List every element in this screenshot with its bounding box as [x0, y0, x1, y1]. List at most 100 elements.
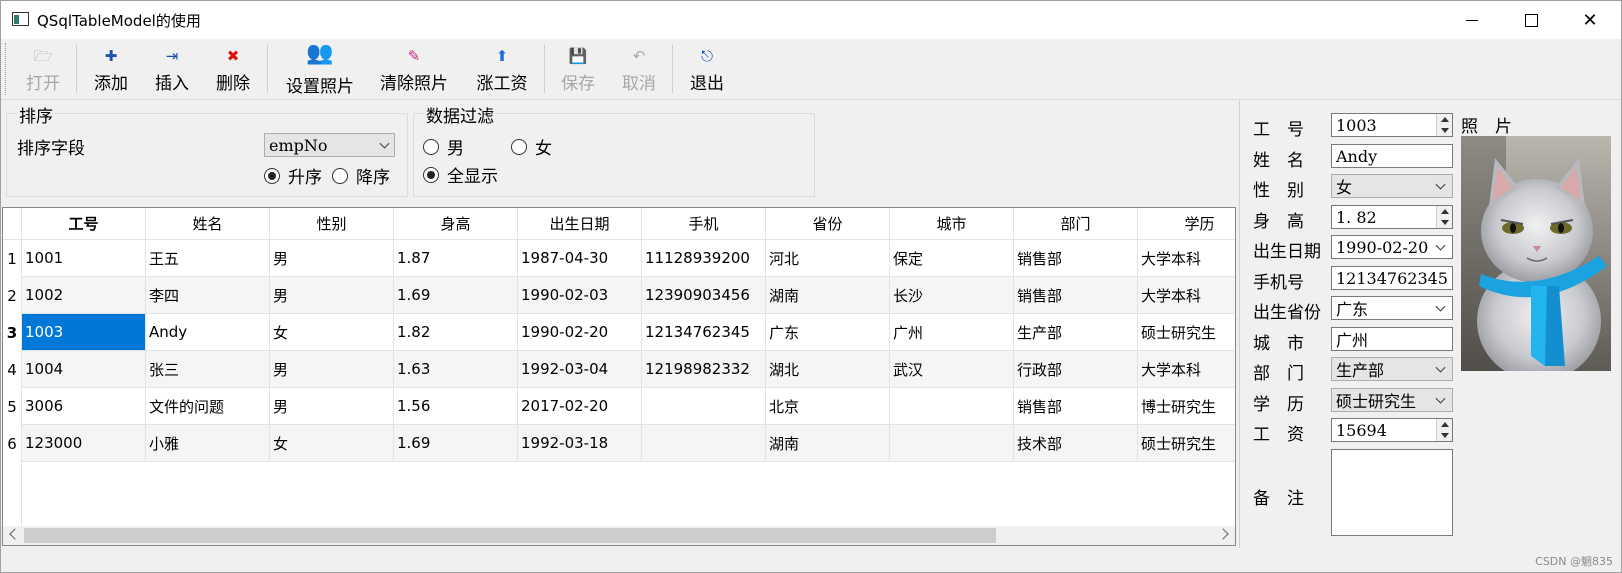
- table-corner-button[interactable]: [3, 208, 22, 240]
- table-cell[interactable]: 1004: [22, 351, 146, 388]
- table-cell[interactable]: [890, 388, 1014, 425]
- table-row[interactable]: 5 3006 文件的问题男 1.56 2017-02-20 北京 销售部 博士研究生: [3, 388, 1235, 425]
- filter-all-radio[interactable]: 全显示: [423, 162, 498, 187]
- table-cell[interactable]: 大学本科: [1138, 240, 1235, 277]
- table-cell[interactable]: 湖北: [766, 351, 890, 388]
- table-cell[interactable]: [890, 425, 1014, 462]
- clear-photo-button[interactable]: ✎ 清除照片: [376, 41, 452, 97]
- empno-spinbox[interactable]: 1003: [1331, 113, 1453, 137]
- add-button[interactable]: ✚ 添加: [90, 41, 132, 97]
- column-header[interactable]: 身高: [394, 208, 518, 240]
- scrollbar-thumb[interactable]: [24, 528, 996, 543]
- sort-asc-radio[interactable]: 升序: [264, 163, 322, 188]
- spin-arrows-icon[interactable]: [1436, 114, 1452, 136]
- table-cell[interactable]: 1.82: [394, 314, 518, 351]
- close-button[interactable]: ✕: [1567, 1, 1613, 39]
- table-cell[interactable]: 12198982332: [642, 351, 766, 388]
- table-cell[interactable]: 广东: [766, 314, 890, 351]
- table-cell[interactable]: 1990-02-03: [518, 277, 642, 314]
- row-header[interactable]: 6: [3, 425, 22, 462]
- table-cell[interactable]: 文件的问题: [146, 388, 270, 425]
- table-row[interactable]: 2 1002 李四男 1.69 1990-02-03 12390903456 湖南 长沙 销售部…: [3, 277, 1235, 314]
- table-cell[interactable]: 12390903456: [642, 277, 766, 314]
- table-cell[interactable]: 武汉: [890, 351, 1014, 388]
- name-field[interactable]: Andy: [1331, 144, 1453, 168]
- splitter[interactable]: [1239, 101, 1240, 548]
- birthday-dateedit[interactable]: 1990-02-20: [1331, 235, 1453, 259]
- table-cell[interactable]: 12134762345: [642, 314, 766, 351]
- table-cell[interactable]: 男: [270, 351, 394, 388]
- table-row[interactable]: 6 123000 小雅女 1.69 1992-03-18 湖南 技术部 硕士研究生: [3, 425, 1235, 462]
- mobile-field[interactable]: 12134762345: [1331, 266, 1453, 290]
- table-cell[interactable]: 男: [270, 388, 394, 425]
- table-cell[interactable]: 1987-04-30: [518, 240, 642, 277]
- table-cell[interactable]: 大学本科: [1138, 277, 1235, 314]
- employee-table[interactable]: 工号 姓名 性别 身高 出生日期 手机 省份 城市 部门 学历 1 1001 王五男…: [2, 207, 1236, 546]
- table-cell[interactable]: 2017-02-20: [518, 388, 642, 425]
- table-cell[interactable]: 生产部: [1014, 314, 1138, 351]
- row-header[interactable]: 1: [3, 240, 22, 277]
- column-header[interactable]: 学历: [1138, 208, 1235, 240]
- column-header[interactable]: 城市: [890, 208, 1014, 240]
- row-header[interactable]: 5: [3, 388, 22, 425]
- table-cell[interactable]: 1001: [22, 240, 146, 277]
- table-cell[interactable]: 1.63: [394, 351, 518, 388]
- set-photo-button[interactable]: 👥 设置照片: [282, 41, 358, 98]
- scroll-right-icon[interactable]: [1217, 528, 1229, 540]
- table-cell[interactable]: 硕士研究生: [1138, 425, 1235, 462]
- table-cell[interactable]: 1992-03-04: [518, 351, 642, 388]
- row-header[interactable]: 4: [3, 351, 22, 388]
- table-cell[interactable]: 湖南: [766, 425, 890, 462]
- spin-arrows-icon[interactable]: [1436, 419, 1452, 441]
- column-header[interactable]: 出生日期: [518, 208, 642, 240]
- table-cell[interactable]: Andy: [146, 314, 270, 351]
- table-cell[interactable]: 女: [270, 425, 394, 462]
- table-cell[interactable]: 男: [270, 240, 394, 277]
- table-cell[interactable]: 小雅: [146, 425, 270, 462]
- table-cell[interactable]: 1.69: [394, 425, 518, 462]
- sort-field-combo[interactable]: empNo: [264, 133, 395, 157]
- table-cell[interactable]: 长沙: [890, 277, 1014, 314]
- table-cell[interactable]: 保定: [890, 240, 1014, 277]
- table-cell[interactable]: 销售部: [1014, 277, 1138, 314]
- city-field[interactable]: 广州: [1331, 327, 1453, 351]
- open-button[interactable]: 🗁 打开: [23, 41, 63, 97]
- filter-male-radio[interactable]: 男: [423, 134, 464, 159]
- column-header[interactable]: 省份: [766, 208, 890, 240]
- table-cell[interactable]: 张三: [146, 351, 270, 388]
- spin-arrows-icon[interactable]: [1436, 206, 1452, 228]
- table-row[interactable]: 3 1003 Andy 女 1.82 1990-02-20 12134762345 广东 广州生…: [3, 314, 1235, 351]
- insert-button[interactable]: ⇥ 插入: [151, 41, 193, 97]
- salary-spinbox[interactable]: 15694: [1331, 418, 1453, 442]
- filter-female-radio[interactable]: 女: [511, 134, 552, 159]
- column-header[interactable]: 姓名: [146, 208, 270, 240]
- table-cell[interactable]: 1002: [22, 277, 146, 314]
- table-cell[interactable]: 硕士研究生: [1138, 314, 1235, 351]
- department-combo[interactable]: 生产部: [1331, 357, 1453, 381]
- table-cell[interactable]: 销售部: [1014, 240, 1138, 277]
- table-cell[interactable]: 销售部: [1014, 388, 1138, 425]
- cancel-button[interactable]: ↶ 取消: [618, 41, 660, 97]
- row-header[interactable]: 2: [3, 277, 22, 314]
- delete-button[interactable]: ✖ 删除: [212, 41, 254, 97]
- memo-textarea[interactable]: [1331, 449, 1453, 536]
- toolbar-grip[interactable]: [5, 43, 8, 95]
- table-cell[interactable]: 北京: [766, 388, 890, 425]
- exit-button[interactable]: ⎋ 退出: [686, 41, 728, 97]
- column-header[interactable]: 手机: [642, 208, 766, 240]
- minimize-button[interactable]: [1449, 1, 1495, 39]
- table-cell[interactable]: 湖南: [766, 277, 890, 314]
- horizontal-scrollbar[interactable]: [3, 526, 1235, 545]
- table-cell[interactable]: 技术部: [1014, 425, 1138, 462]
- height-spinbox[interactable]: 1. 82: [1331, 205, 1453, 229]
- table-cell[interactable]: [642, 388, 766, 425]
- raise-salary-button[interactable]: ⬆ 涨工资: [473, 41, 531, 97]
- table-cell[interactable]: 王五: [146, 240, 270, 277]
- table-cell[interactable]: 11128939200: [642, 240, 766, 277]
- table-cell[interactable]: 李四: [146, 277, 270, 314]
- table-cell[interactable]: 1003: [22, 314, 146, 351]
- title-bar[interactable]: QSqlTableModel的使用 ✕: [1, 1, 1621, 39]
- province-combo[interactable]: 广东: [1331, 296, 1453, 320]
- row-header[interactable]: 3: [3, 314, 22, 351]
- scroll-left-icon[interactable]: [9, 528, 21, 540]
